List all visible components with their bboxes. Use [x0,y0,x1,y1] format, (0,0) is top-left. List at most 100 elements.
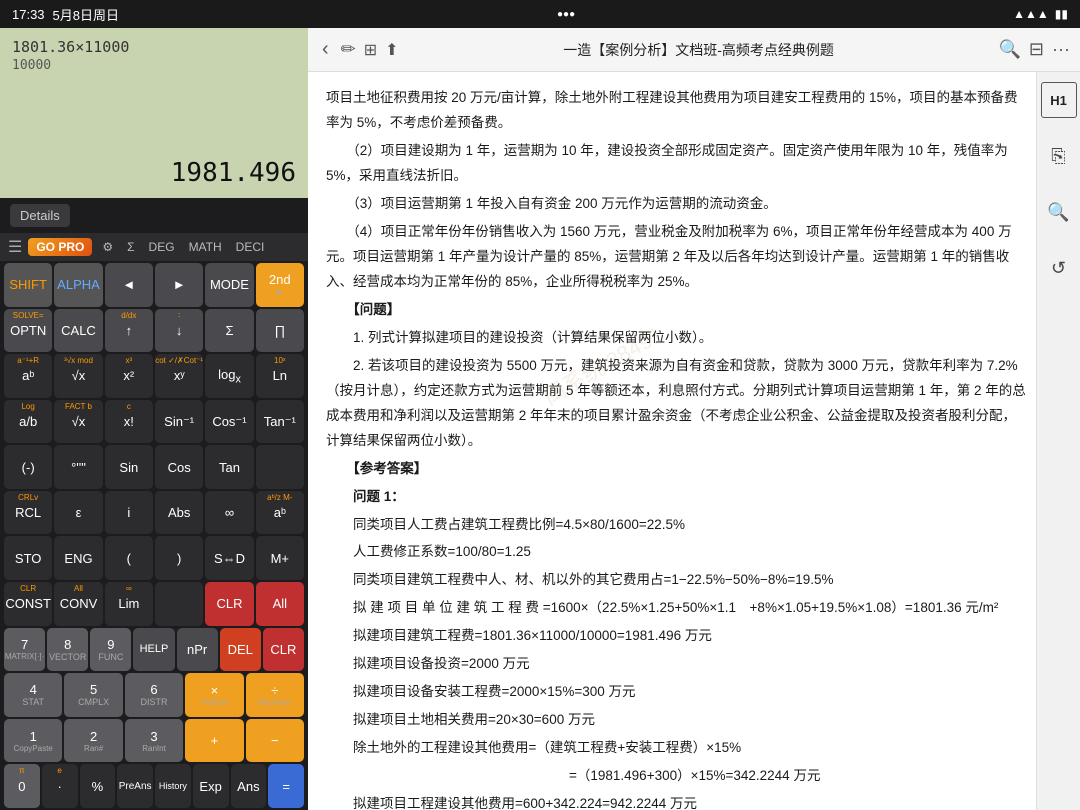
edit-icon[interactable]: ✏ [341,39,356,60]
key-0[interactable]: π 0 [4,764,40,808]
exp-key[interactable]: Exp [193,764,229,808]
question-1: 1. 列式计算拟建项目的建设投资（计算结果保留两位小数）。 [326,326,1028,351]
xy-key[interactable]: cot ✓/✗Cot⁻¹xʸ [155,354,203,398]
go-pro-badge[interactable]: GO PRO [28,238,92,256]
sqrt-key[interactable]: ³√x mod√x [54,354,102,398]
ab-key[interactable]: Loga/b [4,400,52,444]
sd-key[interactable]: S⇔D [205,536,253,580]
battery-icon: ▮▮ [1055,7,1068,21]
percent-key[interactable]: % [80,764,116,808]
del-key[interactable]: DEL [220,628,261,672]
key-5[interactable]: 5 CMPLX [64,673,122,717]
shift-key[interactable]: SHIFT [4,263,52,307]
header-more-icon[interactable]: ··· [1052,39,1070,60]
tan-inv-key[interactable]: Tan⁻¹ [256,400,304,444]
all-key-8[interactable]: All [256,582,304,626]
key-8[interactable]: 8 VECTOR [47,628,88,672]
cos-inv-key[interactable]: Cos⁻¹ [205,400,253,444]
math-label[interactable]: MATH [185,238,226,256]
ans-key[interactable]: Ans [231,764,267,808]
calculator-panel: 1801.36×11000 10000 1981.496 Details ☰ G… [0,28,308,810]
2nd-key[interactable]: 2nd► [256,263,304,307]
key-7[interactable]: 7 MATRIX[·]· [4,628,45,672]
deci-label[interactable]: DECI [232,238,269,256]
clr-key-8[interactable]: CLR [205,582,253,626]
preans-key[interactable]: PreAns [117,764,153,808]
const-key[interactable]: CLRCONST [4,582,52,626]
right-arrow-key[interactable]: ► [155,263,203,307]
header-bookmark-icon[interactable]: ⊟ [1029,39,1044,60]
help-key[interactable]: HELP [133,628,174,672]
pi-key[interactable]: ∏ [256,309,304,353]
time: 17:33 [12,7,45,22]
close-paren-key[interactable]: ) [155,536,203,580]
decimal-key[interactable]: e · [42,764,78,808]
tan-key[interactable]: Tan [205,445,253,489]
rcl-key[interactable]: CRLvRCL [4,491,52,535]
eng-key[interactable]: ENG [54,536,102,580]
ln-key[interactable]: 10ˣLn [256,354,304,398]
calc-key[interactable]: CALC [54,309,102,353]
degrees-key[interactable]: °''" [54,445,102,489]
intro-p1: 项目土地征积费用按 20 万元/亩计算，除土地外附工程建设其他费用为项目建安工程… [326,86,1028,136]
left-arrow-key[interactable]: ◄ [105,263,153,307]
optn-key[interactable]: SOLVE= OPTN [4,309,52,353]
menu-icon[interactable]: ☰ [8,237,22,257]
abs-key[interactable]: Abs [155,491,203,535]
layer-icon[interactable]: ⊞ [364,40,377,60]
up-key[interactable]: d/dx ↑ [105,309,153,353]
key-6[interactable]: 6 DISTR [125,673,183,717]
answer-9b: =（1981.496+300）×15%=342.2244 万元 [326,764,1028,789]
share-icon[interactable]: ⬆ [385,40,398,60]
imaginary-key[interactable]: i [105,491,153,535]
status-left: 17:33 5月8日周日 [12,5,119,24]
calc-expression: 1801.36×11000 [12,38,296,56]
sqrtb-key[interactable]: FACT b√x [54,400,102,444]
key-3[interactable]: 3 RanInt [125,719,183,763]
h1-button[interactable]: H1 [1041,82,1077,118]
power-key[interactable]: a⁻¹+Raᵇ [4,354,52,398]
answer-8: 拟建项目土地相关费用=20×30=600 万元 [326,708,1028,733]
copy-icon[interactable]: ⎘ [1041,138,1077,174]
details-button[interactable]: Details [10,204,70,227]
sidebar-search-icon[interactable]: 🔍 [1041,194,1077,230]
open-paren-key[interactable]: ( [105,536,153,580]
plus-key[interactable]: + [185,719,243,763]
alpha-key[interactable]: ALPHA [54,263,102,307]
npr-key[interactable]: nPr [177,628,218,672]
key-1[interactable]: 1 CopyPaste [4,719,62,763]
refresh-icon[interactable]: ↺ [1041,250,1077,286]
deg-label[interactable]: DEG [145,238,179,256]
m-plus-key[interactable]: M+ [256,536,304,580]
equals-key[interactable]: = [268,764,304,808]
conv-key[interactable]: AllCONV [54,582,102,626]
key-9[interactable]: 9 FUNC [90,628,131,672]
multiply-key[interactable]: × PolCeil [185,673,243,717]
clr-key-9[interactable]: CLR [263,628,304,672]
factorial-key[interactable]: cx! [105,400,153,444]
history-key[interactable]: History [155,764,191,808]
mode-key[interactable]: MODE [205,263,253,307]
back-button[interactable]: ‹ [318,38,333,61]
sto-key[interactable]: STO [4,536,52,580]
key-4[interactable]: 4 STAT [4,673,62,717]
sigma-key[interactable]: Σ [205,309,253,353]
logx-key[interactable]: logx [205,354,253,398]
infinity-key[interactable]: ∞ [205,491,253,535]
down-key[interactable]: ∶ ↓ [155,309,203,353]
divide-key[interactable]: ÷ RecFloor [246,673,304,717]
square-key[interactable]: x³x² [105,354,153,398]
gear-icon[interactable]: ⚙ [98,238,117,256]
cos-key[interactable]: Cos [155,445,203,489]
sigma-icon[interactable]: Σ [123,238,138,256]
lim-key[interactable]: ∞Lim [105,582,153,626]
ab-z-key[interactable]: aᵇ/z M-aᵇ [256,491,304,535]
epsilon-key[interactable]: ε [54,491,102,535]
key-2[interactable]: 2 Ran# [64,719,122,763]
sin-inv-key[interactable]: Sin⁻¹ [155,400,203,444]
header-search-icon[interactable]: 🔍 [999,39,1021,60]
minus-key[interactable]: − [246,719,304,763]
neg-key[interactable]: (-) [4,445,52,489]
doc-scroll-inner[interactable]: 闽系统 38491 项目土地征积费用按 20 万元/亩计算，除土地外附工程建设其… [308,72,1080,810]
sin-key[interactable]: Sin [105,445,153,489]
